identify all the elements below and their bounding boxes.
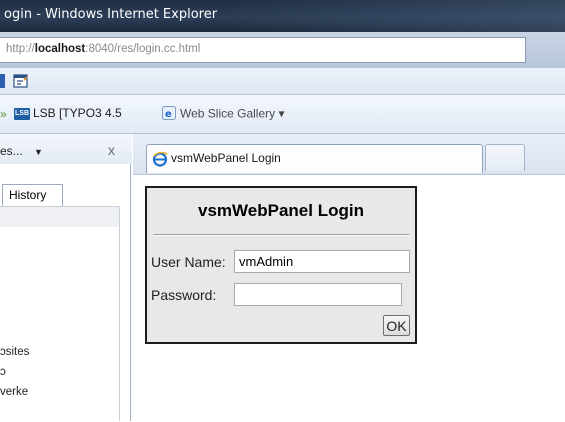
- new-tab-button[interactable]: [485, 144, 525, 171]
- address-bar[interactable]: http://localhost:8040/res/login.cc.html: [0, 37, 526, 63]
- feeds-icon[interactable]: [13, 73, 29, 92]
- password-label: Password:: [151, 287, 217, 303]
- login-heading: vsmWebPanel Login: [198, 201, 364, 220]
- address-prefix: http://: [6, 43, 35, 55]
- side-pane-header: es... ▼ x: [0, 134, 132, 164]
- tab-label: vsmWebPanel Login: [171, 151, 281, 165]
- tab-history-label: History: [9, 188, 47, 202]
- list-item[interactable]: verke: [0, 386, 28, 398]
- history-pane: History ɔsites ɔ verke: [0, 164, 131, 421]
- history-list-header: [0, 206, 119, 227]
- tab-history[interactable]: History: [2, 184, 63, 206]
- side-pane-dropdown-label: es...: [0, 144, 23, 158]
- favorite-item-lsb[interactable]: LSB LSB [TYPO3 4.5: [14, 106, 122, 120]
- login-form: vsmWebPanel Login User Name: Password: O…: [145, 186, 417, 344]
- ie-page-icon: [152, 151, 168, 170]
- password-field[interactable]: [234, 283, 402, 306]
- window-titlebar: ogin - Windows Internet Explorer: [0, 0, 565, 32]
- address-host: localhost: [34, 43, 86, 55]
- svg-text:e: e: [165, 109, 172, 120]
- tab-vsmwebpanel-login[interactable]: vsmWebPanel Login: [146, 144, 483, 173]
- close-icon[interactable]: x: [108, 142, 115, 158]
- lsb-icon: LSB: [14, 107, 30, 120]
- side-pane-dropdown[interactable]: es... ▼: [0, 144, 43, 158]
- favorites-bar: » LSB LSB [TYPO3 4.5 e Web Slice Gallery …: [0, 95, 565, 134]
- address-row: http://localhost:8040/res/login.cc.html: [0, 32, 565, 68]
- command-bar: [0, 68, 565, 95]
- list-item[interactable]: ɔ: [0, 366, 6, 378]
- partial-toolbar-icon[interactable]: [0, 74, 5, 88]
- ok-button[interactable]: OK: [383, 315, 410, 336]
- address-path: :8040/res/login.cc.html: [85, 43, 201, 55]
- list-item[interactable]: ɔsites: [0, 346, 29, 358]
- form-divider: [153, 234, 409, 236]
- favorite-item-label: LSB [TYPO3 4.5: [33, 106, 122, 120]
- favorite-item-web-slice-gallery[interactable]: e Web Slice Gallery ▾: [162, 106, 285, 123]
- titlebar-gloss: [230, 0, 565, 32]
- chevron-down-icon: ▼: [34, 147, 43, 157]
- address-url[interactable]: http://localhost:8040/res/login.cc.html: [6, 43, 200, 55]
- window-title: ogin - Windows Internet Explorer: [4, 7, 218, 22]
- pane-scrollbar[interactable]: [119, 206, 120, 421]
- username-field[interactable]: [234, 250, 410, 273]
- favorites-star-icon[interactable]: »: [0, 107, 7, 121]
- ie-icon: e: [162, 106, 176, 123]
- username-label: User Name:: [151, 254, 226, 270]
- favorite-item-label: Web Slice Gallery ▾: [180, 106, 285, 121]
